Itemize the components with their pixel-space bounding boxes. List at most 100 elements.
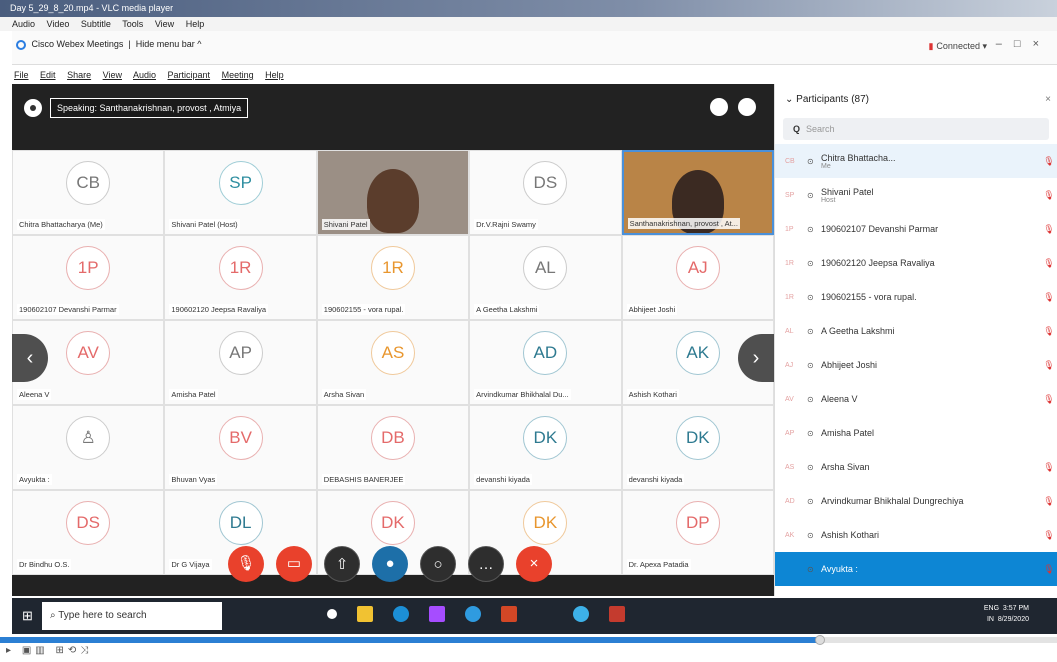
app-icon[interactable] bbox=[465, 606, 481, 622]
participant-tile[interactable]: DP Dr. Apexa Patadia bbox=[621, 490, 774, 575]
participant-row[interactable]: 1P ⊙ 190602107 Devanshi Parmar 🎙 bbox=[775, 212, 1057, 246]
participant-tile[interactable]: AJ Abhijeet Joshi bbox=[621, 235, 774, 320]
cortana-icon[interactable] bbox=[327, 609, 337, 619]
playlist-icon[interactable]: ▥ bbox=[35, 645, 48, 656]
participant-row[interactable]: AK ⊙ Ashish Kothari 🎙 bbox=[775, 518, 1057, 552]
participant-tile[interactable]: 1P 190602107 Devanshi Parmar bbox=[12, 235, 165, 320]
mic-muted-icon[interactable]: 🎙 bbox=[1040, 530, 1057, 541]
mic-muted-icon[interactable]: 🎙 bbox=[1040, 564, 1057, 575]
participant-tile[interactable]: Santhanakrishnan, provost , At... bbox=[621, 150, 774, 235]
participant-row[interactable]: ⊙ Avyukta : 🎙 bbox=[775, 552, 1057, 586]
vlc-menu-subtitle[interactable]: Subtitle bbox=[81, 19, 111, 29]
powerpoint-icon[interactable] bbox=[501, 606, 517, 622]
vlc-seek-bar[interactable] bbox=[0, 635, 1057, 645]
participant-tile[interactable]: SP Shivani Patel (Host) bbox=[164, 150, 317, 235]
webex-taskbar-icon[interactable] bbox=[573, 606, 589, 622]
acrobat-icon[interactable] bbox=[609, 606, 625, 622]
participant-row[interactable]: SP ⊙ Shivani Patel Host 🎙 bbox=[775, 178, 1057, 212]
extended-settings-icon[interactable]: ⊞ bbox=[56, 645, 68, 656]
participant-tile[interactable]: 1R 190602120 Jeepsa Ravaliya bbox=[164, 235, 317, 320]
hide-menu-bar-button[interactable]: Hide menu bar ^ bbox=[136, 39, 202, 49]
participant-tile[interactable]: DK devanshi kiyada bbox=[621, 405, 774, 490]
participant-row[interactable]: CB ⊙ Chitra Bhattacha... Me 🎙 bbox=[775, 144, 1057, 178]
windows-start-icon[interactable]: ⊞ bbox=[22, 608, 33, 624]
chat-button[interactable]: ○ bbox=[420, 546, 456, 582]
participant-grid: CB Chitra Bhattacharya (Me) SP Shivani Pate… bbox=[12, 150, 774, 575]
participant-row[interactable]: AV ⊙ Aleena V 🎙 bbox=[775, 382, 1057, 416]
participant-tile[interactable]: DS Dr.V.Rajni Swamy bbox=[469, 150, 622, 235]
mic-muted-icon[interactable]: 🎙 bbox=[1040, 326, 1057, 337]
more-options-button[interactable]: … bbox=[468, 546, 504, 582]
menu-help[interactable]: Help bbox=[265, 70, 284, 80]
menu-meeting[interactable]: Meeting bbox=[222, 70, 254, 80]
vlc-menu-audio[interactable]: Audio bbox=[12, 19, 35, 29]
participant-search-input[interactable]: Q Search bbox=[783, 118, 1049, 140]
participant-initials: CB bbox=[785, 157, 795, 165]
close-panel-icon[interactable]: × bbox=[1045, 94, 1051, 105]
participant-tile[interactable]: Shivani Patel bbox=[316, 150, 470, 235]
mic-muted-icon[interactable]: 🎙 bbox=[1040, 292, 1057, 303]
layout-icon[interactable] bbox=[738, 98, 756, 116]
participant-tile[interactable]: DB DEBASHIS BANERJEE bbox=[316, 405, 470, 490]
mic-muted-icon[interactable]: 🎙 bbox=[1040, 190, 1057, 201]
close-icon[interactable]: × bbox=[1033, 38, 1051, 50]
participants-header[interactable]: ⌄ Participants (87) bbox=[775, 84, 1057, 116]
menu-participant[interactable]: Participant bbox=[168, 70, 211, 80]
maximize-icon[interactable]: □ bbox=[1014, 38, 1033, 50]
participant-tile[interactable]: 1R 190602155 - vora rupal. bbox=[316, 235, 470, 320]
stop-video-button[interactable]: ▭ bbox=[276, 546, 312, 582]
participant-tile[interactable]: ♙ Avyukta : bbox=[12, 405, 165, 490]
participant-row[interactable]: 1R ⊙ 190602155 - vora rupal. 🎙 bbox=[775, 280, 1057, 314]
mute-button[interactable]: 🎙 bbox=[228, 546, 264, 582]
participant-row[interactable]: AL ⊙ A Geetha Lakshmi 🎙 bbox=[775, 314, 1057, 348]
menu-edit[interactable]: Edit bbox=[40, 70, 56, 80]
participant-tile[interactable]: AD Arvindkumar Bhikhalal Du... bbox=[469, 320, 622, 405]
speaker-icon[interactable] bbox=[24, 99, 42, 117]
participant-row[interactable]: AJ ⊙ Abhijeet Joshi 🎙 bbox=[775, 348, 1057, 382]
shuffle-icon[interactable]: ⤨ bbox=[80, 645, 92, 656]
mic-muted-icon[interactable]: 🎙 bbox=[1040, 258, 1057, 269]
participant-tile[interactable]: DK devanshi kiyada bbox=[469, 405, 622, 490]
mic-muted-icon[interactable]: 🎙 bbox=[1040, 224, 1057, 235]
file-explorer-icon[interactable] bbox=[357, 606, 373, 622]
connection-status[interactable]: ▮ Connected ▾ bbox=[928, 41, 987, 52]
taskbar-search-input[interactable]: ⌕ Type here to search bbox=[42, 602, 222, 630]
avatar: AK bbox=[675, 331, 720, 375]
mic-muted-icon[interactable]: 🎙 bbox=[1040, 394, 1057, 405]
participant-tile[interactable]: AP Amisha Patel bbox=[164, 320, 317, 405]
participant-row[interactable]: 1R ⊙ 190602120 Jeepsa Ravaliya 🎙 bbox=[775, 246, 1057, 280]
frame-icon[interactable]: ▣ bbox=[22, 645, 35, 656]
menu-view[interactable]: View bbox=[103, 70, 122, 80]
participant-row[interactable]: AP ⊙ Amisha Patel bbox=[775, 416, 1057, 450]
vlc-menu-help[interactable]: Help bbox=[186, 19, 205, 29]
participant-tile[interactable]: AS Arsha Sivan bbox=[316, 320, 470, 405]
mic-muted-icon[interactable]: 🎙 bbox=[1040, 360, 1057, 371]
mic-muted-icon[interactable]: 🎙 bbox=[1040, 496, 1057, 507]
participant-tile[interactable]: AL A Geetha Lakshmi bbox=[469, 235, 622, 320]
system-tray[interactable]: ENG 3:57 PM IN 8/29/2020 bbox=[984, 603, 1029, 625]
participant-tile[interactable]: DS Dr Bindhu O.S. bbox=[12, 490, 165, 575]
menu-file[interactable]: File bbox=[14, 70, 29, 80]
participant-tile[interactable]: BV Bhuvan Vyas bbox=[164, 405, 317, 490]
mic-muted-icon[interactable]: 🎙 bbox=[1040, 156, 1057, 167]
share-button[interactable]: ⇧ bbox=[324, 546, 360, 582]
leave-meeting-button[interactable]: × bbox=[516, 546, 552, 582]
vlc-menu-tools[interactable]: Tools bbox=[122, 19, 143, 29]
seek-handle[interactable] bbox=[815, 635, 825, 645]
vlc-menu-video[interactable]: Video bbox=[47, 19, 70, 29]
menu-share[interactable]: Share bbox=[67, 70, 91, 80]
play-icon[interactable]: ▸ bbox=[6, 645, 15, 656]
participant-tile[interactable]: CB Chitra Bhattacharya (Me) bbox=[12, 150, 165, 235]
minimize-icon[interactable]: – bbox=[996, 38, 1014, 50]
vlc-menu-view[interactable]: View bbox=[155, 19, 174, 29]
participants-button[interactable]: ● bbox=[372, 546, 408, 582]
mic-muted-icon[interactable]: 🎙 bbox=[1040, 462, 1057, 473]
participant-row[interactable]: AS ⊙ Arsha Sivan 🎙 bbox=[775, 450, 1057, 484]
edge-icon[interactable] bbox=[393, 606, 409, 622]
arrow-icon[interactable] bbox=[537, 606, 553, 622]
menu-audio[interactable]: Audio bbox=[133, 70, 156, 80]
loop-icon[interactable]: ⟲ bbox=[68, 645, 80, 656]
grid-view-icon[interactable] bbox=[709, 98, 728, 116]
photos-icon[interactable] bbox=[429, 606, 445, 622]
participant-row[interactable]: AD ⊙ Arvindkumar Bhikhalal Dungrechiya 🎙 bbox=[775, 484, 1057, 518]
